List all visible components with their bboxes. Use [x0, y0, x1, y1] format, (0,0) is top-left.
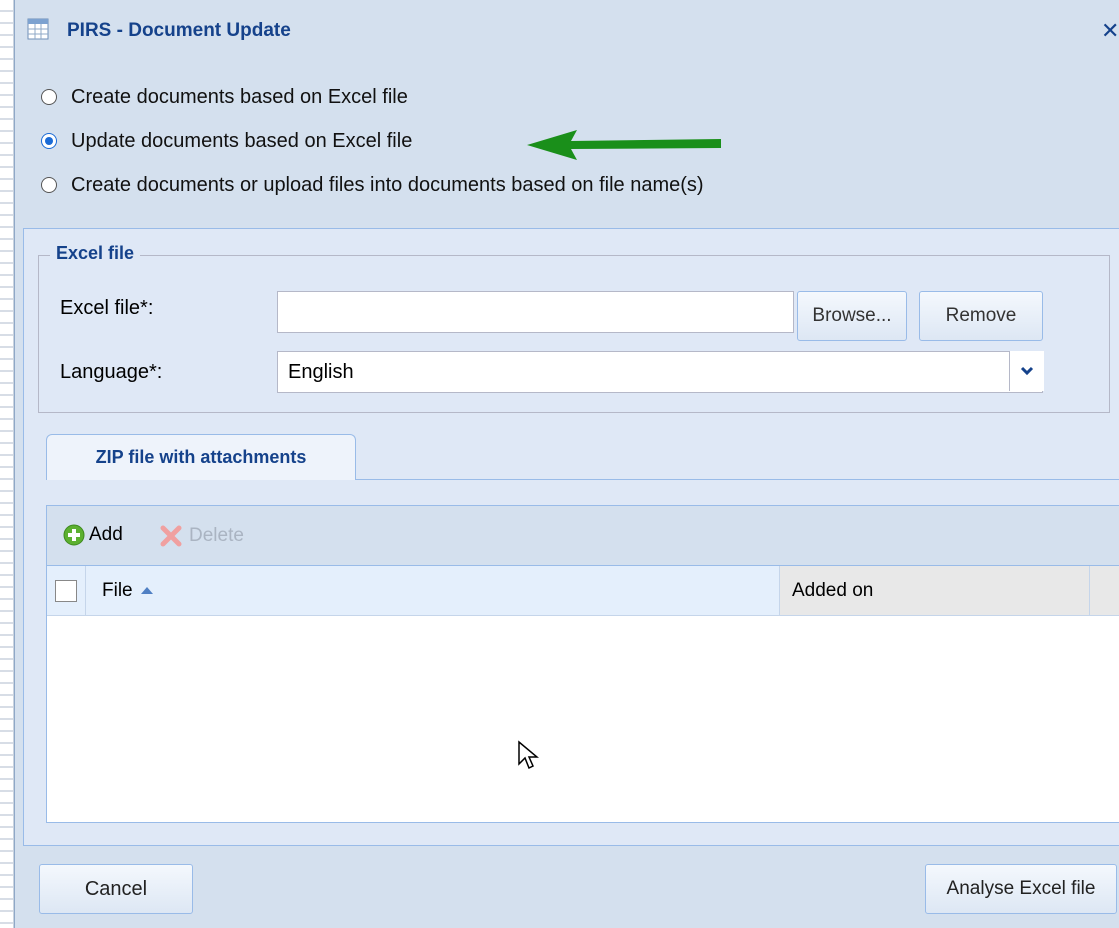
main-panel: Excel file Excel file*: Browse... Remove…: [23, 228, 1119, 846]
green-arrow-icon: [527, 130, 721, 160]
delete-icon: [160, 525, 182, 547]
add-label: Add: [89, 524, 123, 545]
dialog-title: PIRS - Document Update: [67, 20, 291, 41]
select-all-checkbox[interactable]: [55, 580, 77, 602]
language-select[interactable]: English: [277, 351, 1043, 393]
document-update-dialog: PIRS - Document Update ✕ Create document…: [14, 0, 1119, 928]
radio-label: Create documents or upload files into do…: [71, 173, 704, 196]
mouse-pointer-icon: [518, 740, 539, 770]
attachments-grid: Add Delete File Added on: [46, 505, 1119, 823]
radio-create-or-upload[interactable]: Create documents or upload files into do…: [41, 172, 704, 198]
column-added-on-label: Added on: [792, 579, 874, 601]
radio-create-documents[interactable]: Create documents based on Excel file: [41, 84, 408, 110]
excel-file-label: Excel file*:: [60, 297, 154, 319]
column-header-added-on[interactable]: Added on: [779, 566, 1089, 615]
radio-button[interactable]: [41, 89, 57, 105]
cancel-button[interactable]: Cancel: [39, 864, 193, 914]
remove-button[interactable]: Remove: [919, 291, 1043, 341]
sort-ascending-icon: [140, 587, 153, 594]
radio-button-selected[interactable]: [41, 133, 57, 149]
add-icon: [63, 524, 85, 546]
radio-label: Update documents based on Excel file: [71, 129, 413, 152]
language-value: English: [288, 360, 354, 383]
excel-file-legend: Excel file: [50, 243, 141, 264]
delete-label: Delete: [189, 525, 244, 546]
language-label: Language*:: [60, 361, 163, 383]
excel-file-input[interactable]: [277, 291, 794, 333]
browse-button[interactable]: Browse...: [797, 291, 907, 341]
analyse-excel-file-button[interactable]: Analyse Excel file: [925, 864, 1117, 914]
column-file-label: File: [102, 579, 133, 601]
chevron-down-icon[interactable]: [1009, 351, 1044, 391]
close-icon[interactable]: ✕: [1101, 20, 1119, 42]
tab-zip-attachments[interactable]: ZIP file with attachments: [46, 434, 356, 480]
radio-button[interactable]: [41, 177, 57, 193]
table-icon: [27, 18, 49, 40]
column-header-filler: [1089, 566, 1119, 615]
column-header-file[interactable]: File: [85, 566, 779, 615]
radio-update-documents[interactable]: Update documents based on Excel file: [41, 128, 412, 154]
grid-header: File Added on: [47, 566, 1119, 616]
add-button[interactable]: Add: [63, 524, 123, 546]
grid-toolbar: Add Delete: [47, 506, 1119, 566]
background-window-edge: [0, 0, 14, 928]
radio-label: Create documents based on Excel file: [71, 85, 408, 108]
delete-button[interactable]: Delete: [159, 524, 244, 548]
